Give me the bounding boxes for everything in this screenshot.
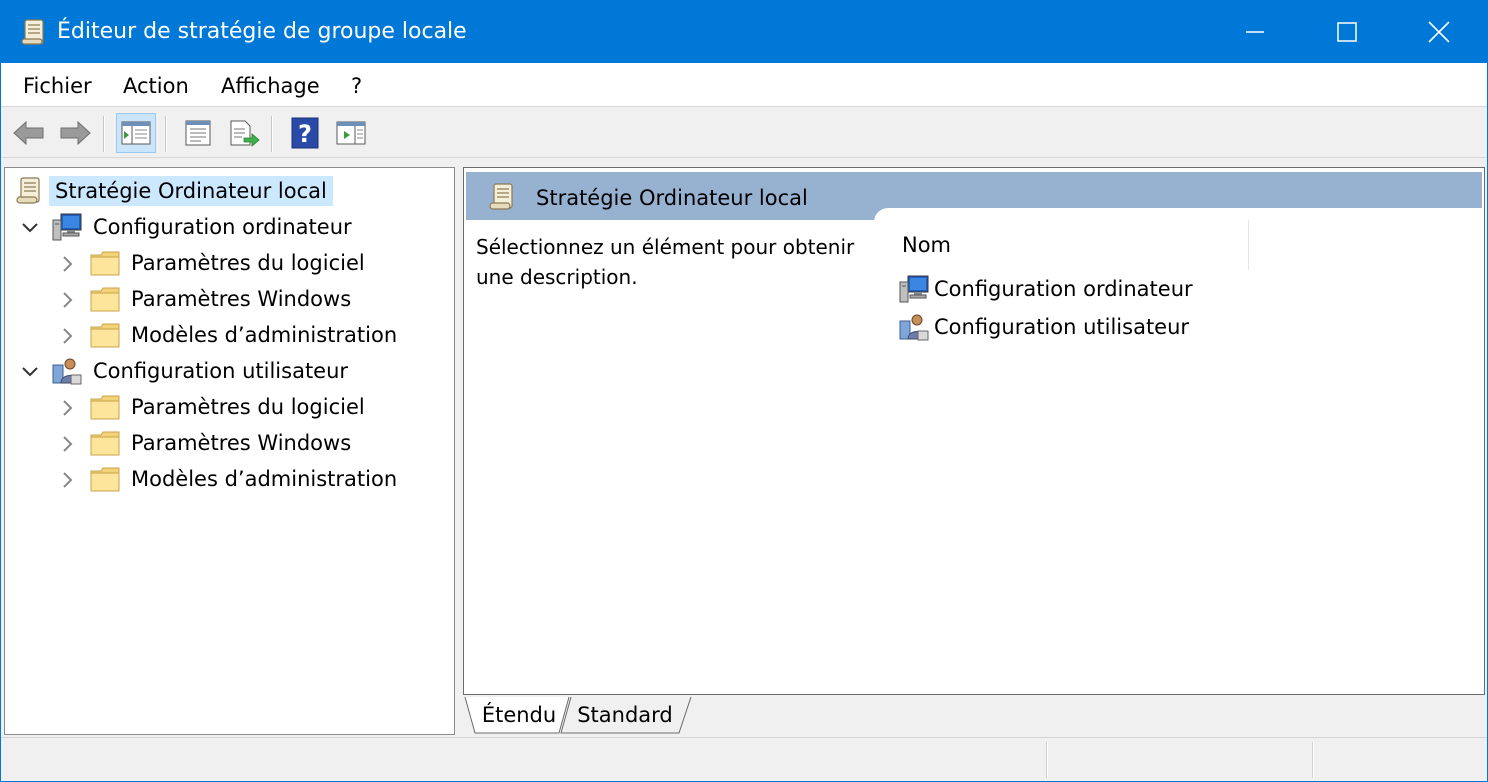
export-list-button[interactable]: [224, 113, 264, 153]
list-item-label: Configuration ordinateur: [934, 277, 1193, 301]
show-hide-action-pane-button[interactable]: [331, 113, 371, 153]
svg-text:?: ?: [298, 120, 312, 148]
list-item-computer-config[interactable]: Configuration ordinateur: [898, 272, 1193, 306]
details-pane: Stratégie Ordinateur local Sélectionnez …: [463, 167, 1485, 695]
computer-config-icon: [899, 275, 929, 303]
description-text: Sélectionnez un élément pour obtenir une…: [476, 235, 855, 289]
expand-toggle[interactable]: [59, 435, 77, 453]
close-icon: [1428, 21, 1450, 43]
tree-item-label: Modèles d’administration: [131, 323, 398, 347]
list-item-label: Configuration utilisateur: [934, 315, 1190, 339]
status-bar: [1, 737, 1487, 781]
list-item-user-config[interactable]: Configuration utilisateur: [898, 310, 1189, 344]
tree-item-label: Modèles d’administration: [131, 467, 398, 491]
maximize-button[interactable]: [1301, 1, 1393, 63]
maximize-icon: [1337, 22, 1357, 42]
status-separator: [1046, 742, 1047, 778]
toolbar-separator: [271, 116, 272, 152]
menu-action[interactable]: Action: [123, 72, 189, 100]
back-button[interactable]: [9, 113, 49, 153]
window-title: Éditeur de stratégie de groupe locale: [57, 19, 467, 44]
tree-item-label: Paramètres Windows: [131, 431, 352, 455]
tree-item-user-admin-templates[interactable]: Modèles d’administration: [89, 462, 403, 496]
folder-icon: [90, 467, 120, 492]
chevron-right-icon: [63, 328, 73, 344]
tree-item-label: Paramètres Windows: [131, 287, 352, 311]
header-notch: [874, 208, 1484, 224]
minimize-button[interactable]: [1209, 1, 1301, 63]
tree-item-user-config[interactable]: Configuration utilisateur: [51, 354, 354, 388]
properties-icon: [185, 120, 211, 146]
toolbar-separator: [165, 116, 166, 152]
chevron-right-icon: [63, 400, 73, 416]
status-separator: [1312, 742, 1313, 778]
expand-toggle[interactable]: [59, 255, 77, 273]
details-header: Stratégie Ordinateur local: [466, 172, 1484, 224]
title-bar[interactable]: Éditeur de stratégie de groupe locale: [1, 1, 1487, 63]
menu-help[interactable]: ?: [351, 72, 362, 100]
folder-icon: [90, 431, 120, 456]
show-hide-console-tree-icon: [121, 121, 151, 145]
tree-item-computer-software[interactable]: Paramètres du logiciel: [89, 246, 371, 280]
folder-icon: [90, 287, 120, 312]
chevron-down-icon: [22, 367, 38, 377]
expand-toggle[interactable]: [59, 399, 77, 417]
expand-toggle-user[interactable]: [21, 363, 39, 381]
policy-scroll-icon: [21, 19, 44, 45]
console-tree[interactable]: Stratégie Ordinateur local Configuration…: [4, 167, 455, 735]
expand-toggle-computer[interactable]: [21, 219, 39, 237]
tree-item-computer-label: Configuration ordinateur: [93, 215, 352, 239]
tab-extended[interactable]: Étendu: [477, 697, 561, 733]
chevron-down-icon: [22, 223, 38, 233]
help-icon: ?: [291, 117, 319, 149]
show-hide-console-tree-button[interactable]: [116, 113, 156, 153]
folder-icon: [90, 395, 120, 420]
chevron-right-icon: [63, 436, 73, 452]
column-separator[interactable]: [1248, 220, 1249, 270]
chevron-right-icon: [63, 256, 73, 272]
tree-item-user-label: Configuration utilisateur: [93, 359, 349, 383]
tree-item-computer-admin-templates[interactable]: Modèles d’administration: [89, 318, 403, 352]
column-header-name[interactable]: Nom: [902, 230, 951, 260]
tree-item-user-windows[interactable]: Paramètres Windows: [89, 426, 357, 460]
app-window: Éditeur de stratégie de groupe locale Fi…: [0, 0, 1488, 782]
toolbar: ?: [1, 108, 1487, 158]
show-hide-action-pane-icon: [336, 121, 366, 145]
policy-scroll-icon: [489, 183, 513, 210]
close-button[interactable]: [1393, 1, 1485, 63]
computer-config-icon: [52, 213, 82, 241]
forward-button[interactable]: [55, 113, 95, 153]
export-list-icon: [230, 120, 260, 147]
properties-button[interactable]: [178, 113, 218, 153]
tree-item-label: Paramètres du logiciel: [131, 251, 365, 275]
user-config-icon: [899, 314, 929, 341]
expand-toggle[interactable]: [59, 291, 77, 309]
help-button[interactable]: ?: [285, 113, 325, 153]
back-arrow-icon: [13, 120, 44, 146]
tree-item-user-software[interactable]: Paramètres du logiciel: [89, 390, 371, 424]
view-tabs: Étendu Standard: [463, 697, 1485, 735]
expand-toggle[interactable]: [59, 471, 77, 489]
tree-item-label: Paramètres du logiciel: [131, 395, 365, 419]
user-config-icon: [52, 358, 82, 385]
tree-item-computer-windows[interactable]: Paramètres Windows: [89, 282, 357, 316]
tab-standard[interactable]: Standard: [573, 697, 677, 733]
folder-icon: [90, 323, 120, 348]
tree-item-root[interactable]: Stratégie Ordinateur local: [13, 174, 333, 208]
forward-arrow-icon: [60, 120, 91, 146]
tree-item-root-label: Stratégie Ordinateur local: [49, 176, 333, 206]
menu-bar: Fichier Action Affichage ?: [1, 63, 1487, 107]
folder-icon: [90, 251, 120, 276]
chevron-right-icon: [63, 292, 73, 308]
policy-scroll-icon: [16, 177, 40, 204]
details-header-title: Stratégie Ordinateur local: [536, 186, 808, 210]
toolbar-separator: [103, 116, 104, 152]
chevron-right-icon: [63, 472, 73, 488]
minimize-icon: [1246, 31, 1264, 33]
expand-toggle[interactable]: [59, 327, 77, 345]
tree-item-computer-config[interactable]: Configuration ordinateur: [51, 210, 358, 244]
menu-fichier[interactable]: Fichier: [23, 72, 92, 100]
menu-affichage[interactable]: Affichage: [221, 72, 320, 100]
